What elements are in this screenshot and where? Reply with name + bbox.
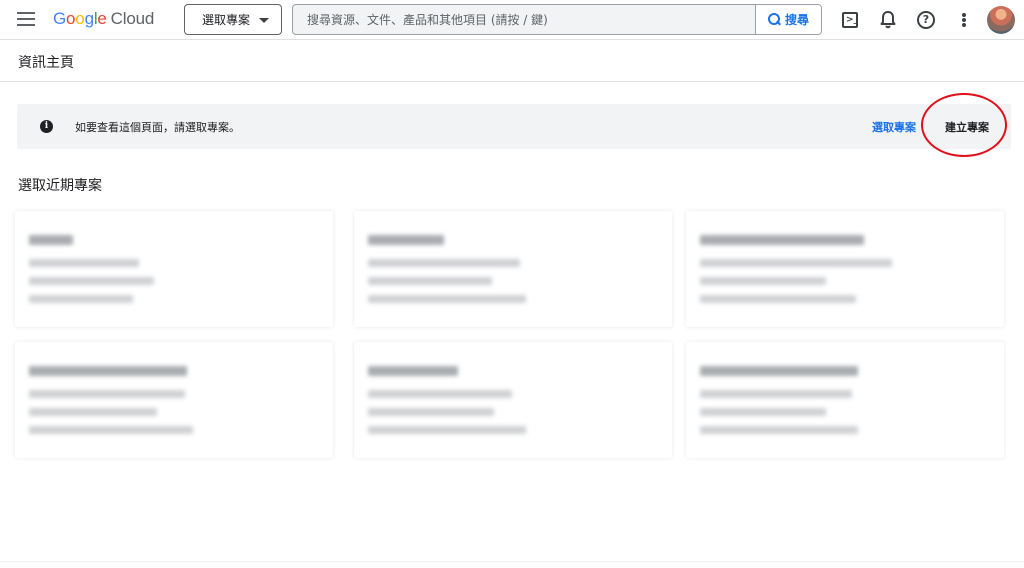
project-card[interactable] [15, 211, 333, 327]
project-card[interactable] [354, 211, 672, 327]
project-card[interactable] [15, 342, 333, 458]
select-project-link[interactable]: 選取專案 [872, 119, 916, 135]
bell-icon[interactable] [876, 8, 900, 32]
blurred-content [700, 235, 892, 313]
page-title: 資訊主頁 [18, 55, 74, 71]
blurred-content [368, 235, 526, 313]
search-bar: 搜尋 [292, 4, 822, 35]
more-vert-icon[interactable] [952, 8, 976, 32]
terminal-icon[interactable]: >_ [838, 8, 862, 32]
banner-message: 如要查看這個頁面，請選取專案。 [75, 121, 240, 134]
project-card[interactable] [686, 211, 1004, 327]
avatar[interactable] [987, 6, 1015, 34]
search-button-label: 搜尋 [784, 13, 809, 27]
blurred-content [29, 366, 193, 444]
caret-down-icon [259, 18, 269, 23]
project-card[interactable] [354, 342, 672, 458]
menu-icon[interactable] [17, 12, 35, 26]
info-icon: i [40, 120, 53, 133]
blurred-content [29, 235, 154, 313]
project-picker-button[interactable]: 選取專案 [184, 4, 282, 35]
search-icon [767, 13, 781, 26]
create-project-link[interactable]: 建立專案 [945, 119, 989, 135]
top-bar: GoogleCloud 選取專案 搜尋 >_ ? [0, 0, 1024, 40]
footer-divider [0, 561, 1024, 562]
blurred-content [700, 366, 858, 444]
blurred-content [368, 366, 526, 444]
divider [0, 81, 1024, 82]
project-card[interactable] [686, 342, 1004, 458]
search-button[interactable]: 搜尋 [755, 5, 821, 34]
search-input[interactable] [293, 5, 755, 34]
select-project-banner: i 如要查看這個頁面，請選取專案。 選取專案 建立專案 [17, 104, 1011, 149]
google-cloud-logo[interactable]: Google Cloud [53, 9, 154, 29]
project-picker-label: 選取專案 [202, 13, 251, 27]
help-icon[interactable]: ? [914, 8, 938, 32]
recent-projects-title: 選取近期專案 [18, 178, 102, 194]
